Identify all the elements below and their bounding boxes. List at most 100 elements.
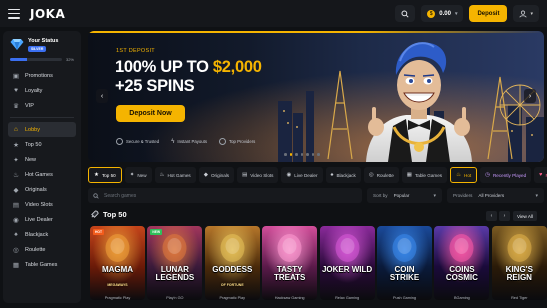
sidebar-item-label: Hot Games (25, 171, 53, 178)
game-card[interactable]: KING'S REIGN (491, 226, 547, 300)
providers-dropdown[interactable]: Providers All Providers ▾ (447, 188, 544, 203)
sidebar-item-label: Table Games (25, 261, 58, 268)
game-card[interactable]: COIN STRIKE (377, 226, 432, 300)
section-prev-button[interactable]: ‹ (486, 211, 497, 221)
tab-roulette[interactable]: ◎ Roulette (363, 167, 399, 183)
carousel-dot[interactable] (284, 153, 287, 156)
sidebar-item-label: Blackjack (25, 231, 49, 238)
hero-accent-line (88, 31, 544, 33)
hero-banner[interactable]: 1ST DEPOSIT 100% UP TO $2,000 +25 SPINS … (88, 31, 544, 162)
roulette-icon: ◎ (13, 246, 19, 254)
user-menu-button[interactable]: ▾ (513, 5, 539, 22)
slot-icon: ▤ (12, 201, 20, 209)
deposit-now-button[interactable]: Deposit Now (116, 105, 185, 122)
carousel-dot[interactable] (300, 153, 303, 156)
carousel-dot[interactable] (295, 153, 298, 156)
hero-next-button[interactable]: › (524, 89, 536, 103)
game-thumbnail (434, 226, 490, 300)
lightning-icon: ϟ (171, 138, 175, 145)
tab-recently-played[interactable]: ◷ Recently Played (480, 167, 532, 183)
game-card[interactable]: TASTY TREATS (262, 226, 318, 300)
progress-percent: 32% (65, 57, 74, 62)
sidebar-item-blackjack[interactable]: ♠ Blackjack (8, 227, 76, 242)
game-card[interactable]: NEW LUNAR LEGENDS (147, 226, 203, 300)
sidebar-item-top-50[interactable]: ★ Top 50 (8, 137, 76, 152)
tab-table-games[interactable]: ▦ Table Games (401, 167, 448, 183)
carousel-dot[interactable] (311, 153, 314, 156)
sidebar-item-loyalty[interactable]: ♥ Loyalty (8, 83, 76, 98)
chevron-left-icon: ‹ (100, 92, 104, 100)
sidebar-item-table-games[interactable]: ▦ Table Games (8, 257, 76, 272)
sidebar-item-originals[interactable]: ◆ Originals (8, 182, 76, 197)
trust-secure: Secure & Trusted (116, 138, 159, 145)
section-title: Top 50 (103, 210, 127, 219)
tab-new[interactable]: ✦ New (124, 167, 152, 183)
table-icon: ▦ (12, 261, 20, 269)
game-card[interactable]: JOKER WILD (319, 226, 375, 300)
sidebar-item-live-dealer[interactable]: ◉ Live Dealer (8, 212, 76, 227)
sort-dropdown[interactable]: Sort by Popular ▾ (367, 188, 442, 203)
section-next-button[interactable]: › (499, 211, 510, 221)
game-card[interactable]: HOT MAGMA MEGAWAYS (90, 226, 145, 300)
status-progress: 32% (10, 57, 74, 62)
game-title: LUNAR LEGENDS (155, 265, 195, 282)
table-icon: ▦ (406, 172, 412, 178)
tab-label: New (137, 172, 147, 178)
sidebar-item-video-slots[interactable]: ▤ Video Slots (8, 197, 76, 212)
chevron-left-icon: ‹ (490, 213, 493, 219)
tab-top-50[interactable]: ★ Top 50 (88, 167, 122, 183)
status-title: Your Status (28, 38, 59, 44)
flame-icon: ♨ (13, 171, 19, 179)
chevron-down-icon: ▾ (454, 10, 458, 17)
heart-icon: ♥ (539, 172, 543, 178)
hero-headline: 100% UP TO $2,000 (115, 58, 262, 77)
sidebar-item-lobby[interactable]: ⌂ Lobby (8, 122, 76, 137)
tab-favourites[interactable]: ♥Favourites (534, 167, 547, 183)
logo[interactable]: JOKA (30, 7, 65, 21)
search-button[interactable] (395, 5, 416, 22)
tab-originals[interactable]: ◆ Originals (198, 167, 235, 183)
menu-icon[interactable] (8, 8, 20, 19)
game-subtitle: MEGAWAYS (107, 283, 128, 287)
sidebar-item-roulette[interactable]: ◎ Roulette (8, 242, 76, 257)
sidebar-item-vip[interactable]: ♛ VIP (8, 98, 76, 113)
deposit-button[interactable]: Deposit (469, 5, 508, 22)
hero-headline-prefix: 100% UP TO (115, 58, 213, 76)
chevron-down-icon: ▾ (433, 192, 436, 199)
game-thumbnail (90, 226, 145, 300)
carousel-dot[interactable] (289, 153, 292, 156)
sort-label: Sort by (373, 193, 388, 198)
hero-prev-button[interactable]: ‹ (96, 89, 108, 103)
sidebar-item-promotions[interactable]: ▣ Promotions (8, 68, 76, 83)
tab-blackjack[interactable]: ♠ Blackjack (325, 167, 361, 183)
view-all-button[interactable]: View All (513, 211, 538, 221)
tab-hot-games[interactable]: ♨ Hot Games (154, 167, 196, 183)
tab-label: Originals (210, 172, 230, 178)
game-card[interactable]: COINS COSMIC (434, 226, 490, 300)
game-thumbnail (262, 226, 318, 300)
trust-label: Top Providers (229, 139, 256, 144)
top-bar: JOKA $ 0.00 ▾ Deposit ▾ (0, 0, 547, 27)
clock-icon: ◷ (485, 172, 490, 178)
game-provider: Push Gaming (392, 296, 416, 300)
search-input[interactable]: Search games (88, 188, 362, 203)
roulette-icon: ◎ (368, 172, 374, 178)
sidebar-item-hot-games[interactable]: ♨ Hot Games (8, 167, 76, 182)
balance-button[interactable]: $ 0.00 ▾ (421, 5, 464, 22)
sidebar: Your Status SILVER 32% ▣ Promotions ♥ Loyal… (3, 31, 81, 303)
hero-subheadline: +25 SPINS (115, 77, 195, 95)
status-card[interactable]: Your Status SILVER (8, 36, 76, 53)
game-thumbnail (204, 226, 260, 300)
carousel-dot[interactable] (306, 153, 309, 156)
rocket-icon (91, 210, 99, 218)
diamond-icon: ◆ (203, 172, 208, 178)
sidebar-item-new[interactable]: ✦ New (8, 152, 76, 167)
carousel-dot[interactable] (317, 153, 320, 156)
sidebar-item-label: Loyalty (25, 87, 43, 94)
tab-video-slots[interactable]: ▤ Video Slots (237, 167, 279, 183)
tab-hot[interactable]: ♨ Hot (450, 167, 478, 183)
tab-live-dealer[interactable]: ◉ Live Dealer (281, 167, 323, 183)
star-icon: ★ (13, 141, 19, 149)
home-icon: ⌂ (14, 126, 18, 133)
game-card[interactable]: GODDESS OF FORTUNE (204, 226, 260, 300)
